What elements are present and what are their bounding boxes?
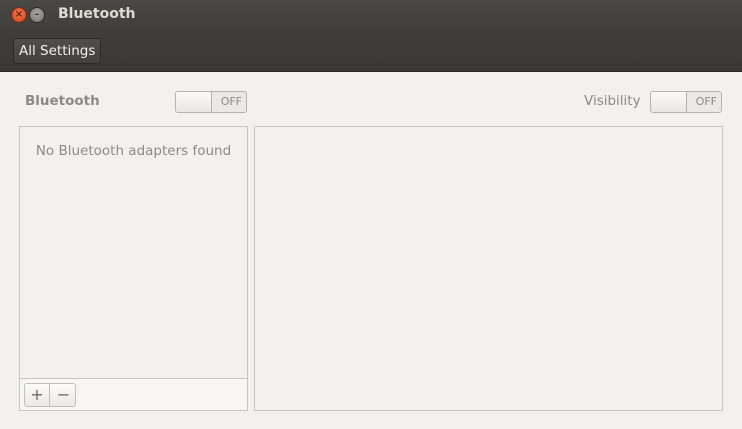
titlebar: × – Bluetooth: [0, 0, 742, 30]
window-title: Bluetooth: [58, 6, 136, 22]
bluetooth-switch-state: OFF: [220, 95, 242, 108]
visibility-switch[interactable]: OFF: [650, 91, 722, 113]
all-settings-button[interactable]: All Settings: [13, 38, 102, 64]
close-icon[interactable]: ×: [11, 7, 27, 23]
device-details-panel: [254, 126, 723, 411]
switch-knob: [176, 92, 212, 112]
switch-knob: [651, 92, 687, 112]
adapter-list-toolbar: + −: [20, 378, 247, 410]
visibility-switch-state: OFF: [695, 95, 717, 108]
header: × – Bluetooth All Settings: [0, 0, 742, 72]
visibility-label: Visibility: [584, 93, 641, 109]
adapter-list[interactable]: No Bluetooth adapters found + −: [19, 126, 248, 411]
minimize-icon[interactable]: –: [29, 7, 45, 23]
no-adapters-message: No Bluetooth adapters found: [35, 143, 232, 159]
remove-adapter-button[interactable]: −: [51, 384, 76, 406]
add-remove-button-group: + −: [24, 383, 76, 407]
bluetooth-label: Bluetooth: [25, 93, 100, 109]
add-adapter-button[interactable]: +: [25, 384, 50, 406]
bluetooth-settings-window: × – Bluetooth All Settings Bluetooth OFF…: [0, 0, 742, 429]
bluetooth-switch[interactable]: OFF: [175, 91, 247, 113]
